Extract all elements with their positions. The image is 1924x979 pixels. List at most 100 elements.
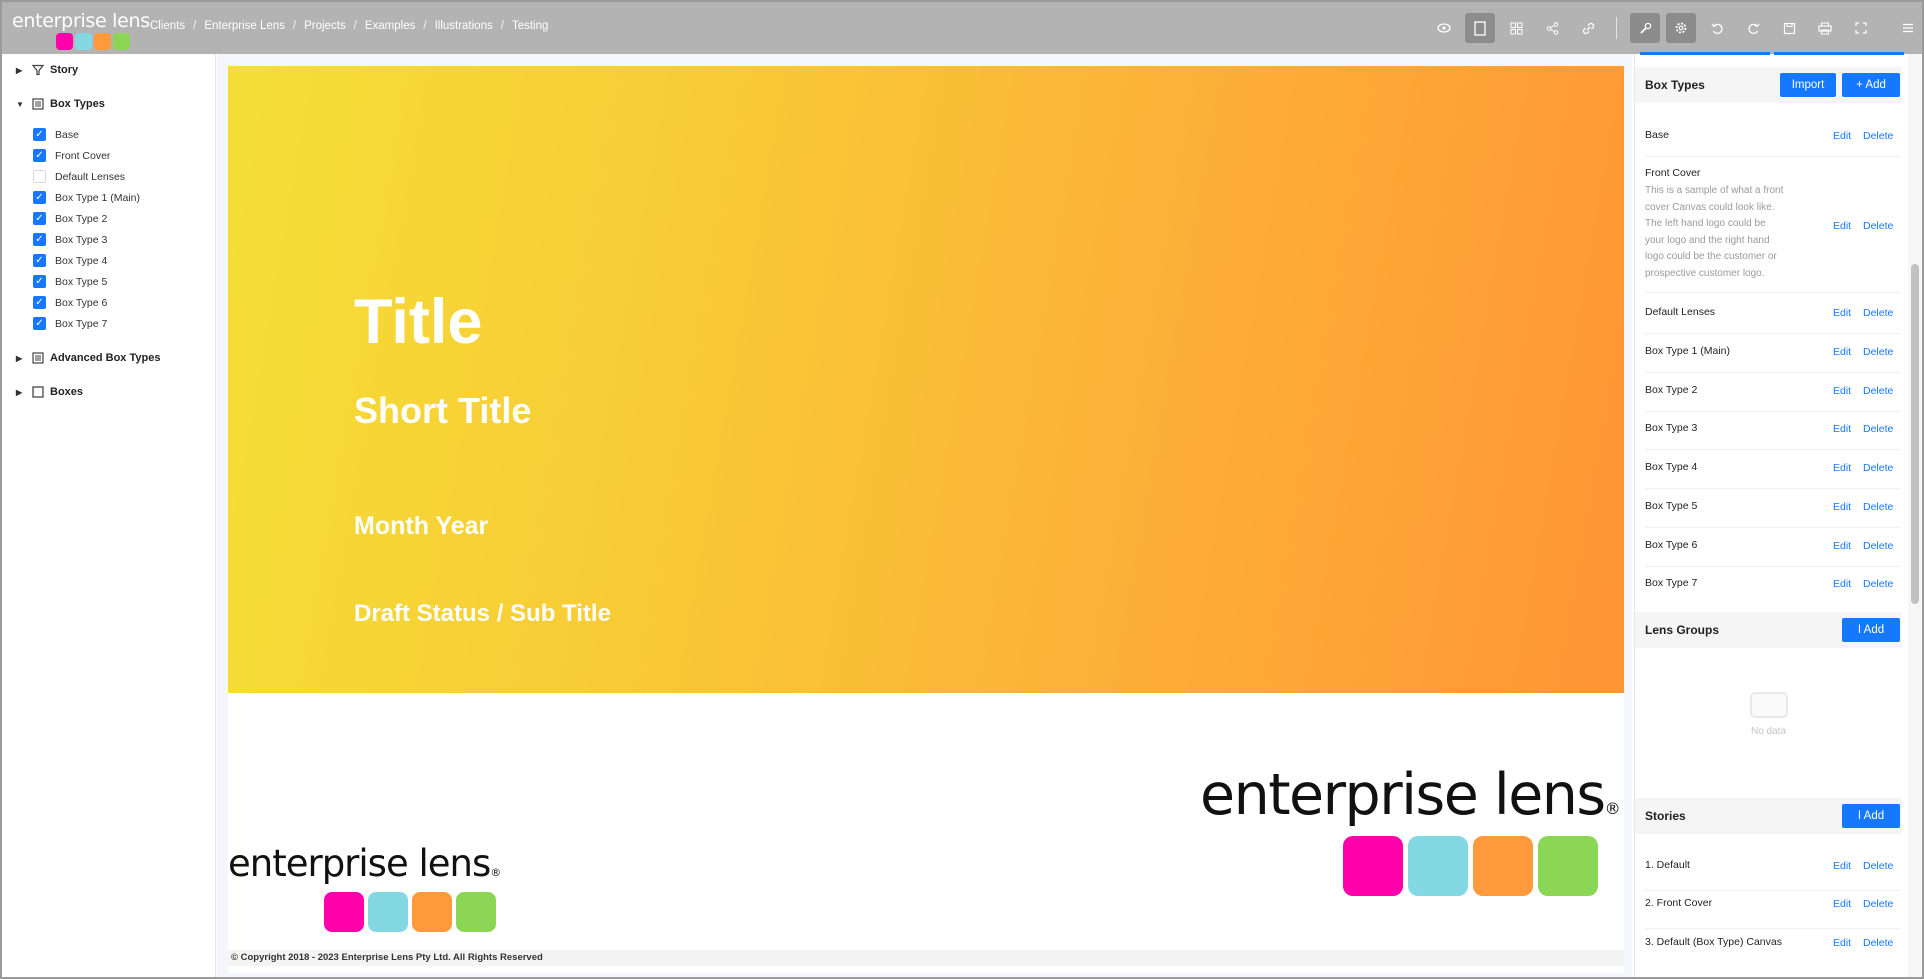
page-icon[interactable] — [1465, 13, 1495, 43]
app-logo[interactable]: enterprise lens — [12, 10, 150, 52]
brand-squares — [324, 892, 496, 932]
scrollbar-thumb[interactable] — [1911, 264, 1919, 604]
delete-link[interactable]: Delete — [1863, 898, 1893, 910]
grid-icon[interactable] — [1501, 13, 1531, 43]
delete-link[interactable]: Delete — [1863, 578, 1893, 590]
edit-link[interactable]: Edit — [1833, 423, 1851, 435]
delete-link[interactable]: Delete — [1863, 307, 1893, 319]
tree-item-box-type-1[interactable]: ✓ Box Type 1 (Main) — [33, 191, 140, 204]
tree-node-story[interactable]: ▶ Story — [16, 64, 78, 76]
caret-right-icon[interactable]: ▶ — [16, 354, 26, 363]
checkbox-checked[interactable]: ✓ — [33, 317, 46, 330]
redo-icon[interactable] — [1738, 13, 1768, 43]
wrench-icon[interactable] — [1630, 13, 1660, 43]
breadcrumb-separator: / — [500, 20, 504, 32]
delete-link[interactable]: Delete — [1863, 937, 1893, 949]
tree-item-label: Box Type 2 — [55, 212, 108, 225]
checkbox-checked[interactable]: ✓ — [33, 233, 46, 246]
tree-item-box-type-4[interactable]: ✓ Box Type 4 — [33, 254, 107, 267]
tree-item-box-type-2[interactable]: ✓ Box Type 2 — [33, 212, 107, 225]
checkbox-checked[interactable]: ✓ — [33, 149, 46, 162]
top-button-edge[interactable] — [1640, 52, 1770, 55]
edit-link[interactable]: Edit — [1833, 540, 1851, 552]
edit-link[interactable]: Edit — [1833, 578, 1851, 590]
eye-icon[interactable] — [1429, 13, 1459, 43]
breadcrumb-enterprise-lens[interactable]: Enterprise Lens — [204, 20, 285, 32]
row-label: Box Type 6 — [1645, 539, 1698, 551]
add-lens-group-button[interactable]: I Add — [1842, 618, 1900, 642]
add-box-type-button[interactable]: + Add — [1842, 73, 1900, 97]
edit-link[interactable]: Edit — [1833, 346, 1851, 358]
delete-link[interactable]: Delete — [1863, 860, 1893, 872]
delete-link[interactable]: Delete — [1863, 130, 1893, 142]
link-icon[interactable] — [1573, 13, 1603, 43]
tree-item-box-type-3[interactable]: ✓ Box Type 3 — [33, 233, 107, 246]
breadcrumb-testing[interactable]: Testing — [512, 20, 548, 32]
tree-node-label: Boxes — [50, 386, 84, 398]
brand-text: enterprise lens — [1200, 762, 1606, 828]
edit-link[interactable]: Edit — [1833, 937, 1851, 949]
caret-right-icon[interactable]: ▶ — [16, 388, 26, 397]
add-story-button[interactable]: I Add — [1842, 804, 1900, 828]
gear-icon[interactable] — [1666, 13, 1696, 43]
caret-right-icon[interactable]: ▶ — [16, 66, 26, 75]
edit-link[interactable]: Edit — [1833, 860, 1851, 872]
story-row-default: 1. Default Edit Delete — [1645, 859, 1900, 891]
tree-item-label: Box Type 5 — [55, 275, 108, 288]
checkbox-checked[interactable]: ✓ — [33, 191, 46, 204]
checkbox-checked[interactable]: ✓ — [33, 254, 46, 267]
tree-item-front-cover[interactable]: ✓ Front Cover — [33, 149, 110, 162]
delete-link[interactable]: Delete — [1863, 385, 1893, 397]
edit-link[interactable]: Edit — [1833, 307, 1851, 319]
delete-link[interactable]: Delete — [1863, 220, 1893, 232]
brand-square-orange — [1473, 836, 1533, 896]
checkbox-checked[interactable]: ✓ — [33, 128, 46, 141]
registered-mark: ® — [490, 866, 501, 879]
tree-item-default-lenses[interactable]: Default Lenses — [33, 170, 125, 183]
right-brand-logo: enterprise lens® — [1200, 762, 1621, 902]
tree-item-box-type-6[interactable]: ✓ Box Type 6 — [33, 296, 107, 309]
import-button[interactable]: Import — [1780, 73, 1836, 97]
top-button-edge[interactable] — [1774, 52, 1904, 55]
tree-item-label: Default Lenses — [55, 170, 126, 183]
tree-item-box-type-5[interactable]: ✓ Box Type 5 — [33, 275, 107, 288]
cover-draft-status: Draft Status / Sub Title — [354, 600, 611, 627]
fullscreen-icon[interactable] — [1846, 13, 1876, 43]
row-label: Box Type 5 — [1645, 500, 1698, 512]
delete-link[interactable]: Delete — [1863, 346, 1893, 358]
undo-icon[interactable] — [1702, 13, 1732, 43]
delete-link[interactable]: Delete — [1863, 423, 1893, 435]
tree-item-label: Box Type 1 (Main) — [55, 191, 141, 204]
tree-node-advanced-box-types[interactable]: ▶ Advanced Box Types — [16, 352, 160, 364]
checkbox-checked[interactable]: ✓ — [33, 296, 46, 309]
menu-icon[interactable] — [1893, 13, 1922, 43]
tree-node-box-types[interactable]: ▼ Box Types — [16, 98, 105, 110]
breadcrumb-illustrations[interactable]: Illustrations — [435, 20, 493, 32]
delete-link[interactable]: Delete — [1863, 462, 1893, 474]
delete-link[interactable]: Delete — [1863, 501, 1893, 513]
edit-link[interactable]: Edit — [1833, 220, 1851, 232]
print-icon[interactable] — [1810, 13, 1840, 43]
checkbox-checked[interactable]: ✓ — [33, 275, 46, 288]
delete-link[interactable]: Delete — [1863, 540, 1893, 552]
tree-item-box-type-7[interactable]: ✓ Box Type 7 — [33, 317, 107, 330]
breadcrumb-projects[interactable]: Projects — [304, 20, 346, 32]
tree-item-base[interactable]: ✓ Base — [33, 128, 79, 141]
edit-link[interactable]: Edit — [1833, 501, 1851, 513]
checkbox-unchecked[interactable] — [33, 170, 46, 183]
front-cover-box[interactable]: Title Short Title Month Year Draft Statu… — [228, 66, 1624, 693]
edit-link[interactable]: Edit — [1833, 130, 1851, 142]
checkbox-checked[interactable]: ✓ — [33, 212, 46, 225]
tree-node-boxes[interactable]: ▶ Boxes — [16, 386, 83, 398]
edit-link[interactable]: Edit — [1833, 385, 1851, 397]
breadcrumb-examples[interactable]: Examples — [365, 20, 416, 32]
panel-scrollbar[interactable] — [1908, 54, 1922, 977]
save-icon[interactable] — [1774, 13, 1804, 43]
edit-link[interactable]: Edit — [1833, 462, 1851, 474]
edit-link[interactable]: Edit — [1833, 898, 1851, 910]
brand-square-green — [456, 892, 496, 932]
caret-down-icon[interactable]: ▼ — [16, 100, 26, 109]
share-icon[interactable] — [1537, 13, 1567, 43]
breadcrumb-clients[interactable]: Clients — [150, 20, 185, 32]
box-type-row-2: Box Type 2 Edit Delete — [1645, 380, 1900, 412]
